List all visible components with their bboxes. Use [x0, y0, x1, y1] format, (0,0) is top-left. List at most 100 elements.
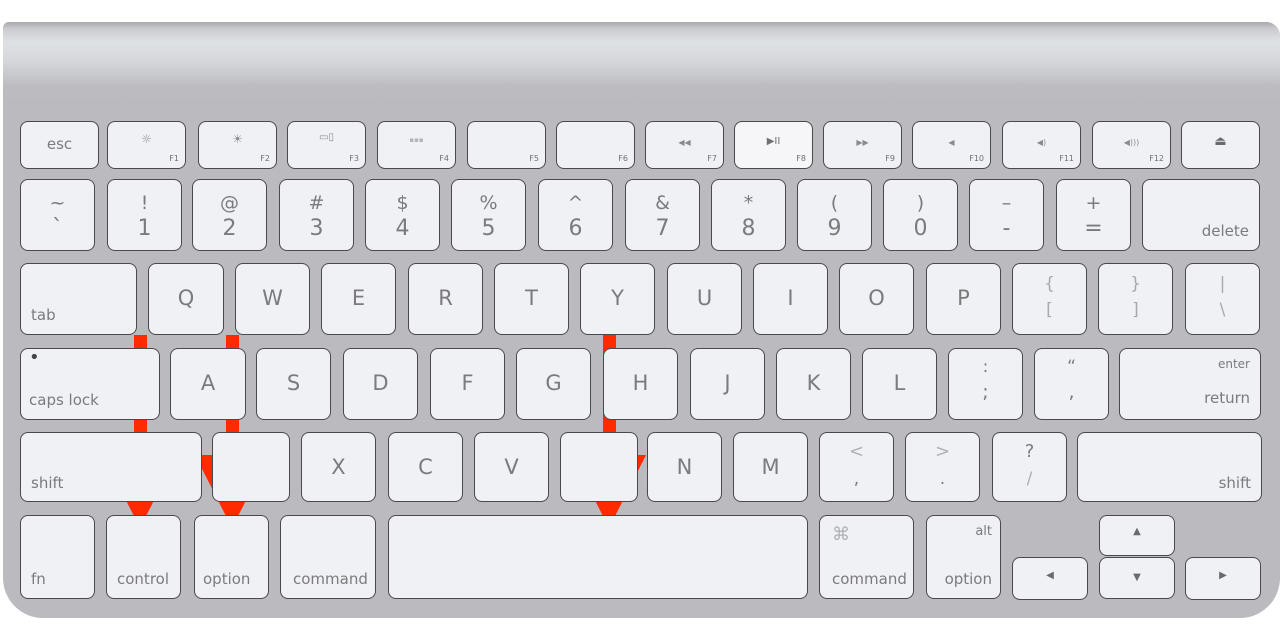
key-base-symbol: `	[52, 216, 63, 241]
key-A[interactable]: A	[170, 348, 246, 420]
key-label: M	[761, 455, 780, 479]
key-command-right[interactable]: ⌘ command	[819, 515, 914, 599]
key-fn-number: F2	[260, 154, 270, 163]
key-m[interactable]: M	[733, 432, 808, 502]
key-4[interactable]: $4	[365, 179, 440, 251]
key-label: G	[545, 371, 562, 395]
key-R[interactable]: R	[408, 263, 483, 335]
key-base-symbol: =	[1084, 216, 1103, 241]
key-command-left[interactable]: command	[280, 515, 376, 599]
key-control[interactable]: control	[106, 515, 181, 599]
key-L[interactable]: L	[862, 348, 937, 420]
key-v[interactable]: V	[474, 432, 549, 502]
key-f2[interactable]: ☀ F2	[198, 121, 277, 169]
key-=[interactable]: + =	[1056, 179, 1131, 251]
key-J[interactable]: J	[690, 348, 765, 420]
key-\[interactable]: | \	[1185, 263, 1260, 335]
key-Q[interactable]: Q	[148, 263, 224, 335]
key-I[interactable]: I	[753, 263, 828, 335]
key-arrow-left[interactable]: ◀	[1012, 557, 1088, 600]
key-W[interactable]: W	[235, 263, 310, 335]
play-pause-icon: ▶II	[766, 136, 781, 147]
key-f7[interactable]: ◀◀ F7	[645, 121, 724, 169]
key-[[interactable]: {[	[1012, 263, 1087, 335]
key-option-left[interactable]: option	[194, 515, 269, 599]
volume-up-icon: ◀)))	[1123, 138, 1140, 147]
key-z[interactable]	[212, 432, 290, 502]
key-shift-right[interactable]: shift	[1077, 432, 1262, 502]
key-f12[interactable]: ◀))) F12	[1092, 121, 1171, 169]
key-label: W	[262, 286, 283, 310]
key-T[interactable]: T	[494, 263, 569, 335]
key-1[interactable]: ! 1	[107, 179, 182, 251]
key-E[interactable]: E	[321, 263, 396, 335]
key-9[interactable]: (9	[797, 179, 872, 251]
key-f3[interactable]: ▭▯ F3	[287, 121, 366, 169]
key-fn-number: F9	[885, 154, 895, 163]
key-S[interactable]: S	[256, 348, 331, 420]
brightness-down-icon: ☼	[141, 132, 152, 146]
key-esc[interactable]: esc	[20, 121, 99, 169]
key-Y[interactable]: Y	[580, 263, 655, 335]
key-f5[interactable]: F5	[467, 121, 546, 169]
key-][interactable]: }]	[1098, 263, 1173, 335]
key-fn-number: F3	[349, 154, 359, 163]
key-5[interactable]: % 5	[451, 179, 526, 251]
key-label: return	[1204, 389, 1250, 407]
key-caps-lock[interactable]: • caps lock	[20, 347, 160, 420]
key-6[interactable]: ^ 6	[538, 179, 613, 251]
key-option-right[interactable]: alt option	[926, 515, 1001, 599]
key-f10[interactable]: ◀ F10	[912, 121, 991, 169]
key-fn[interactable]: fn	[20, 515, 95, 599]
key-U[interactable]: U	[667, 263, 742, 335]
key-x[interactable]: X	[301, 432, 376, 502]
key-f6[interactable]: F6	[556, 121, 635, 169]
key-arrow-down[interactable]: ▼	[1099, 557, 1175, 599]
key-f8[interactable]: ▶II F8	[734, 121, 813, 169]
caps-lock-indicator: •	[29, 347, 40, 368]
key-,[interactable]: “,	[1034, 348, 1109, 420]
key-0[interactable]: ) 0	[883, 179, 958, 251]
key-7[interactable]: & 7	[625, 179, 700, 251]
key-8[interactable]: * 8	[711, 179, 786, 251]
key-fn-number: F8	[796, 154, 806, 163]
key-space[interactable]	[388, 515, 808, 599]
key-return[interactable]: enter return	[1119, 348, 1261, 420]
key-O[interactable]: O	[839, 263, 914, 335]
key-base-symbol: 5	[481, 216, 496, 241]
key-F[interactable]: F	[430, 348, 505, 420]
key-.[interactable]: >.	[905, 432, 980, 502]
key-label: command	[293, 570, 368, 588]
key-2[interactable]: @2	[192, 179, 267, 251]
key-K[interactable]: K	[776, 348, 851, 420]
key-/[interactable]: ? /	[992, 432, 1067, 502]
key-arrow-up[interactable]: ▲	[1099, 515, 1175, 556]
key-base-symbol: 0	[913, 216, 928, 241]
key-arrow-right[interactable]: ▶	[1185, 557, 1261, 600]
key-`[interactable]: ~ `	[20, 179, 95, 251]
key-shift-left[interactable]: shift	[20, 432, 202, 502]
key-c[interactable]: C	[388, 432, 463, 502]
key-H[interactable]: H	[603, 348, 678, 420]
key-delete[interactable]: delete	[1142, 179, 1260, 251]
key-3[interactable]: #3	[279, 179, 354, 251]
key-G[interactable]: G	[516, 348, 591, 420]
key-n[interactable]: N	[647, 432, 722, 502]
key-,[interactable]: <,	[819, 432, 894, 502]
key-tab[interactable]: tab	[20, 263, 137, 335]
key-fn-number: F1	[169, 154, 179, 163]
key-base-symbol: 8	[741, 216, 756, 241]
key-f1[interactable]: ☼ F1	[107, 121, 186, 169]
fast-forward-icon: ▶▶	[856, 138, 869, 147]
key-P[interactable]: P	[926, 263, 1001, 335]
key-f11[interactable]: ◀) F11	[1002, 121, 1081, 169]
key-eject[interactable]: ⏏	[1181, 121, 1260, 169]
key-shift-symbol: >	[934, 441, 951, 462]
key-b[interactable]	[560, 432, 638, 502]
key--[interactable]: – -	[969, 179, 1044, 251]
key-f9[interactable]: ▶▶ F9	[823, 121, 902, 169]
key-D[interactable]: D	[343, 348, 418, 420]
key-;[interactable]: :;	[948, 348, 1023, 420]
key-f4[interactable]: ▪▪▪ F4	[377, 121, 456, 169]
key-shift-symbol: ~	[49, 192, 66, 214]
